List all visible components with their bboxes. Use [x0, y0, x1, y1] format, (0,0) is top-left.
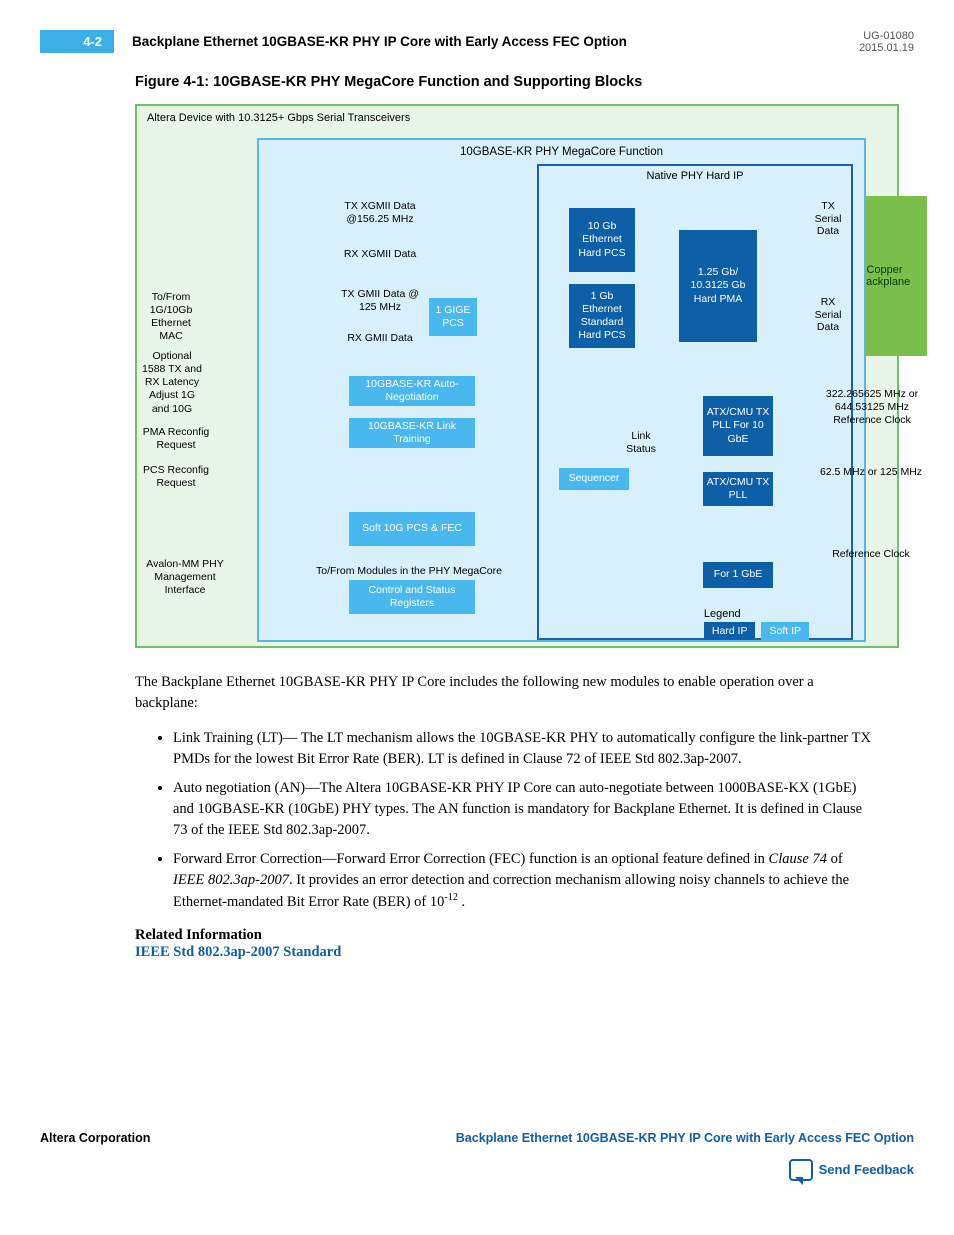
pll-1g-b-block: For 1 GbE: [703, 562, 773, 588]
csr-block: Control and Status Registers: [349, 580, 475, 614]
tx-serial-label: TX Serial Data: [809, 200, 847, 238]
clk-1g-label: 62.5 MHz or 125 MHz: [815, 466, 927, 479]
native-phy-label: Native PHY Hard IP: [539, 170, 851, 182]
pll-1g-a-block: ATX/CMU TX PLL: [703, 472, 773, 506]
megacore-boundary: 10GBASE-KR PHY MegaCore Function TX XGMI…: [257, 138, 866, 642]
left-pcs-label: PCS Reconfig Request: [141, 464, 211, 490]
pcs-10g-block: 10 Gb Ethernet Hard PCS: [569, 208, 635, 272]
left-mac-label: To/From 1G/10Gb Ethernet MAC: [141, 291, 201, 344]
link-train-block: 10GBASE-KR Link Training: [349, 418, 475, 448]
rx-gmii-label: RX GMII Data: [341, 332, 419, 345]
rx-serial-label: RX Serial Data: [809, 296, 847, 334]
bullet-lt: Link Training (LT)— The LT mechanism all…: [173, 728, 874, 770]
feedback-icon: [789, 1159, 813, 1181]
legend: Legend Hard IP Soft IP: [704, 608, 809, 640]
page-header: 4-2 Backplane Ethernet 10GBASE-KR PHY IP…: [40, 30, 914, 54]
refclk-label: Reference Clock: [815, 548, 927, 561]
ieee-standard-link[interactable]: IEEE Std 802.3ap-2007 Standard: [135, 944, 914, 961]
rx-xgmii-label: RX XGMII Data: [341, 248, 419, 261]
clk-10g-label: 322.265625 MHz or 644.53125 MHz Referenc…: [817, 388, 927, 427]
megacore-label: 10GBASE-KR PHY MegaCore Function: [259, 146, 864, 158]
tx-gmii-label: TX GMII Data @ 125 MHz: [341, 288, 419, 313]
auto-neg-block: 10GBASE-KR Auto-Negotiation: [349, 376, 475, 406]
running-title: Backplane Ethernet 10GBASE-KR PHY IP Cor…: [132, 30, 859, 49]
pll-10g-block: ATX/CMU TX PLL For 10 GbE: [703, 396, 773, 456]
device-label: Altera Device with 10.3125+ Gbps Serial …: [147, 112, 410, 124]
left-1588-label: Optional 1588 TX and RX Latency Adjust 1…: [141, 350, 203, 416]
left-avalon-label: Avalon-MM PHY Management Interface: [139, 558, 231, 597]
device-boundary: Altera Device with 10.3125+ Gbps Serial …: [135, 104, 899, 648]
send-feedback-link[interactable]: Send Feedback: [40, 1159, 914, 1181]
footer-chapter-link[interactable]: Backplane Ethernet 10GBASE-KR PHY IP Cor…: [456, 1131, 914, 1145]
page-footer: Altera Corporation Backplane Ethernet 10…: [40, 1131, 914, 1145]
intro-paragraph: The Backplane Ethernet 10GBASE-KR PHY IP…: [135, 672, 874, 714]
soft10g-fec-block: Soft 10G PCS & FEC: [349, 512, 475, 546]
page-number: 4-2: [40, 30, 114, 53]
pcs-1g-block: 1 Gb Ethernet Standard Hard PCS: [569, 284, 635, 348]
legend-soft-ip: Soft IP: [761, 622, 809, 640]
doc-meta: UG-01080 2015.01.19: [859, 30, 914, 54]
native-phy-boundary: Native PHY Hard IP 10 Gb Ethernet Hard P…: [537, 164, 853, 640]
tx-xgmii-label: TX XGMII Data @156.25 MHz: [341, 200, 419, 225]
send-feedback-text: Send Feedback: [819, 1162, 914, 1177]
doc-date: 2015.01.19: [859, 42, 914, 54]
csr-path-label: To/From Modules in the PHY MegaCore: [314, 565, 504, 578]
gige-pcs-block: 1 GIGE PCS: [429, 298, 477, 336]
legend-title: Legend: [704, 608, 809, 620]
hard-pma-block: 1.25 Gb/ 10.3125 Gb Hard PMA: [679, 230, 757, 342]
legend-hard-ip: Hard IP: [704, 622, 756, 640]
footer-corporation: Altera Corporation: [40, 1131, 150, 1145]
bullet-list: Link Training (LT)— The LT mechanism all…: [155, 728, 874, 913]
figure-diagram: Altera Device with 10.3125+ Gbps Serial …: [135, 104, 894, 648]
related-info-heading: Related Information: [135, 927, 914, 944]
bullet-fec: Forward Error Correction—Forward Error C…: [173, 849, 874, 913]
figure-title: Figure 4-1: 10GBASE-KR PHY MegaCore Func…: [135, 74, 914, 90]
doc-id: UG-01080: [859, 30, 914, 42]
bullet-an: Auto negotiation (AN)—The Altera 10GBASE…: [173, 778, 874, 841]
left-pma-label: PMA Reconfig Request: [141, 426, 211, 452]
